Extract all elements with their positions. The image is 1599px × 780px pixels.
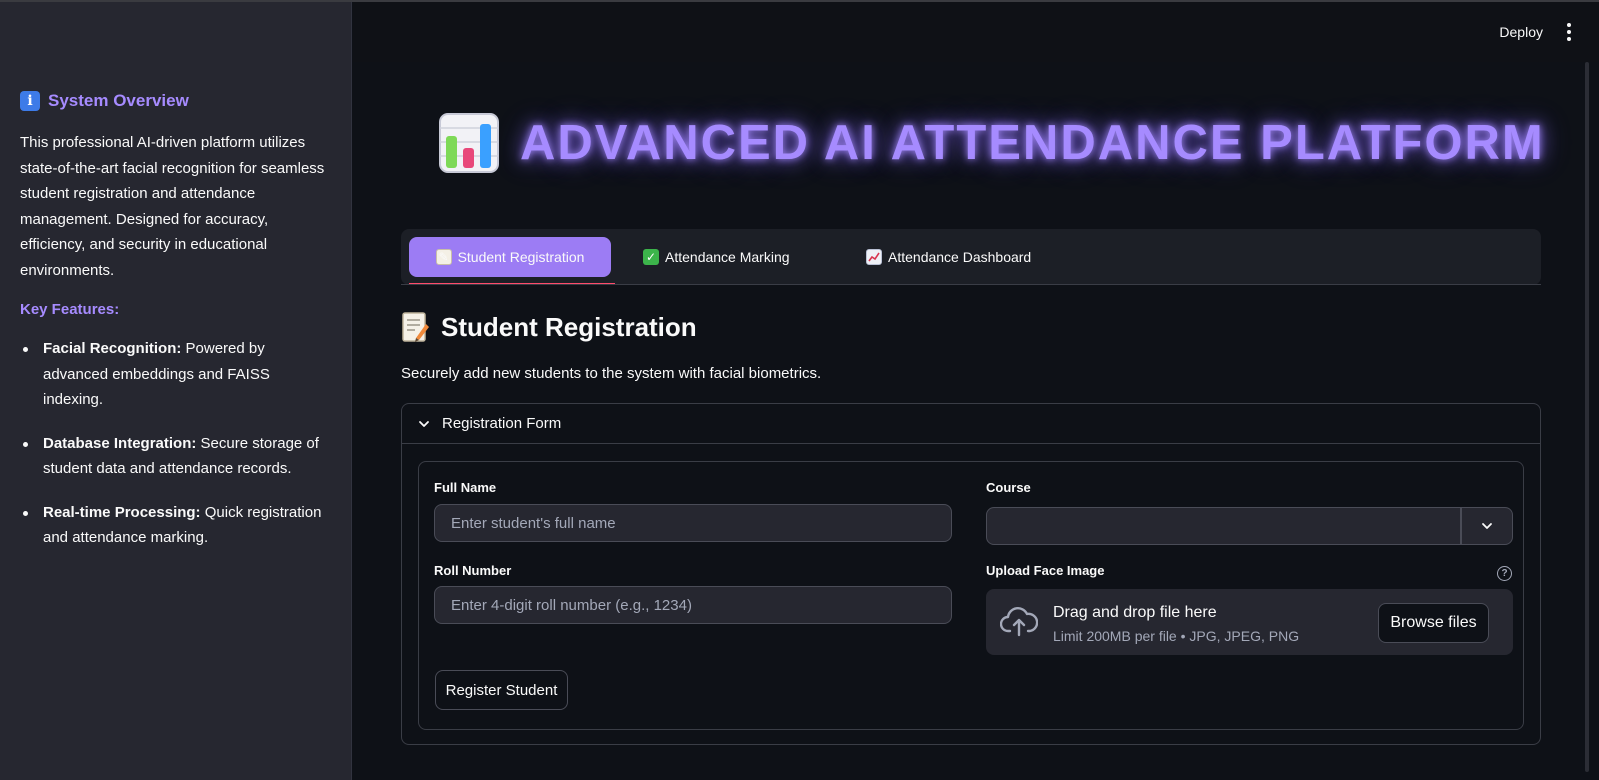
registration-form: Full Name Course Roll Number Upload Face… [418, 461, 1524, 730]
sidebar-title: i System Overview [20, 90, 332, 112]
feature-name: Facial Recognition: [43, 340, 182, 357]
browse-files-button[interactable]: Browse files [1378, 603, 1489, 643]
expander-header[interactable]: Registration Form [402, 404, 1540, 444]
sidebar-title-text: System Overview [48, 91, 189, 110]
sidebar-content: i System Overview This professional AI-d… [20, 90, 332, 569]
tab-bar: ✎ Student Registration ✓ Attendance Mark… [401, 229, 1541, 285]
upload-face-image-label: Upload Face Image [986, 563, 1105, 578]
course-select[interactable] [986, 507, 1461, 545]
feature-name: Database Integration: [43, 434, 197, 452]
sidebar: i System Overview This professional AI-d… [0, 2, 352, 780]
chart-increasing-icon [866, 249, 882, 265]
bar-chart-icon [439, 113, 499, 173]
tab-attendance-marking[interactable]: ✓ Attendance Marking [627, 237, 806, 277]
full-name-input[interactable] [434, 504, 952, 542]
registration-form-expander: Registration Form Full Name Course Roll … [401, 403, 1541, 745]
chevron-down-icon [419, 420, 429, 427]
dropzone-instruction: Drag and drop file here [1053, 604, 1217, 621]
section-subtitle: Securely add new students to the system … [401, 365, 822, 382]
app-header: Deploy [353, 2, 1599, 62]
hero-banner: ADVANCED AI ATTENDANCE PLATFORM [438, 110, 1545, 176]
chevron-down-icon [1482, 523, 1492, 529]
course-dropdown-button[interactable] [1461, 507, 1513, 545]
feature-item: Facial Recognition: Powered by advanced … [20, 336, 332, 413]
full-name-label: Full Name [434, 480, 497, 495]
memo-icon: ✎ [435, 249, 452, 265]
key-features-heading: Key Features: [20, 301, 120, 318]
tab-divider [401, 284, 1541, 285]
sidebar-description: This professional AI-driven platform uti… [20, 134, 325, 279]
roll-number-label: Roll Number [434, 563, 512, 578]
tab-student-registration[interactable]: ✎ Student Registration [409, 237, 611, 277]
expander-label: Registration Form [442, 415, 562, 432]
feature-item: Real-time Processing: Quick registration… [20, 500, 332, 551]
register-student-button[interactable]: Register Student [435, 670, 568, 710]
memo-icon [402, 312, 429, 342]
roll-number-input[interactable] [434, 586, 952, 624]
feature-name: Real-time Processing: [43, 503, 201, 521]
tab-label: Student Registration [457, 249, 585, 265]
section-title: Student Registration [401, 311, 697, 343]
course-label: Course [986, 480, 1031, 495]
section-title-text: Student Registration [441, 311, 697, 342]
cloud-upload-icon [1000, 607, 1038, 637]
information-icon: i [20, 91, 40, 111]
feature-list: Facial Recognition: Powered by advanced … [20, 336, 332, 551]
help-icon[interactable]: ? [1497, 566, 1512, 581]
feature-item: Database Integration: Secure storage of … [20, 431, 332, 482]
deploy-button[interactable]: Deploy [1499, 24, 1543, 40]
dropzone-limits: Limit 200MB per file • JPG, JPEG, PNG [1053, 628, 1300, 644]
file-dropzone[interactable]: Drag and drop file here Limit 200MB per … [986, 589, 1513, 655]
tab-label: Attendance Marking [665, 249, 790, 265]
page-title: ADVANCED AI ATTENDANCE PLATFORM [520, 116, 1545, 170]
main-scrollbar[interactable] [1585, 62, 1589, 772]
tab-attendance-dashboard[interactable]: Attendance Dashboard [850, 237, 1047, 277]
main-menu-icon[interactable] [1561, 22, 1577, 42]
check-mark-icon: ✓ [643, 249, 659, 265]
tab-label: Attendance Dashboard [888, 249, 1032, 265]
